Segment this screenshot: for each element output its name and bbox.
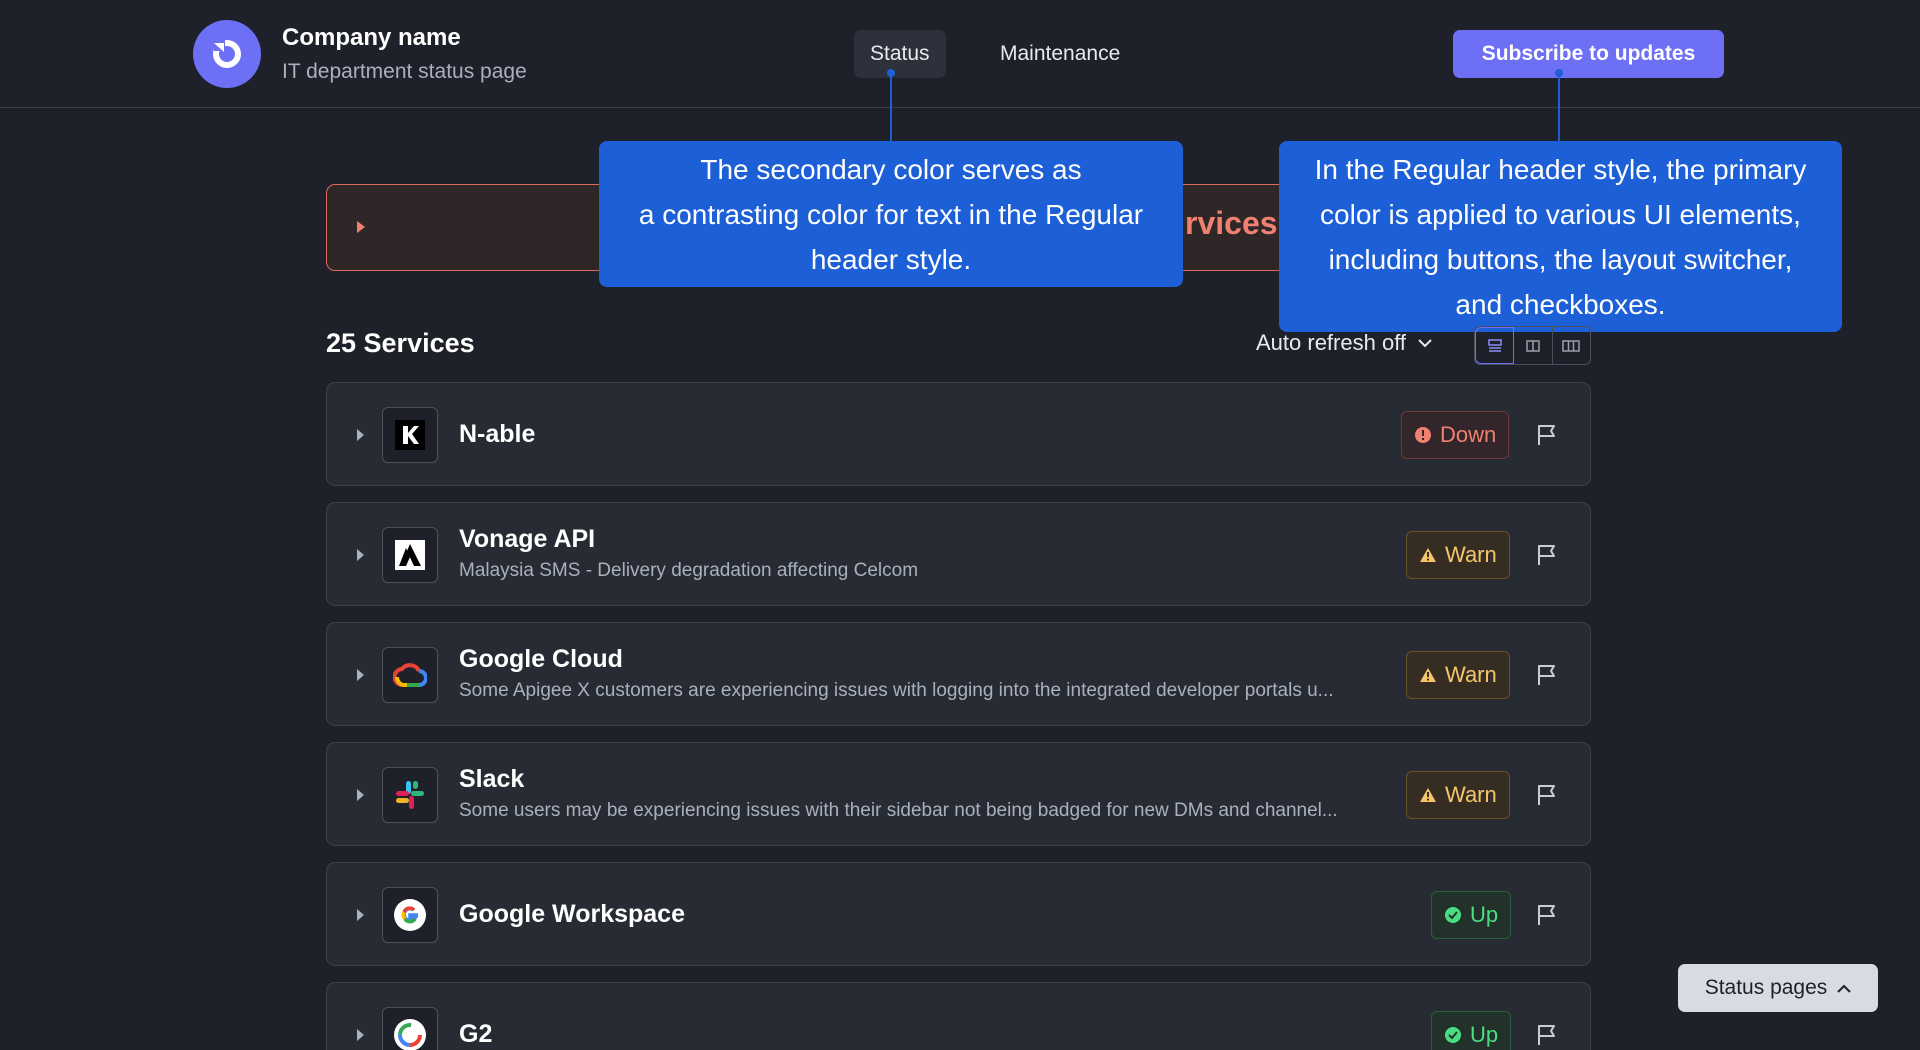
secondary-color-tooltip: The secondary color serves as a contrast… (599, 141, 1183, 287)
caret-right-icon (357, 669, 364, 681)
auto-refresh-label: Auto refresh off (1256, 330, 1407, 355)
chevron-down-icon (1418, 338, 1432, 347)
tooltip-line: color is applied to various UI elements, (1320, 198, 1801, 230)
auto-refresh-dropdown[interactable]: Auto refresh off (1256, 330, 1432, 356)
company-subtitle: IT department status page (282, 60, 527, 83)
layout-two-column-button[interactable] (1514, 327, 1553, 364)
tab-status[interactable]: Status (854, 30, 946, 78)
caret-right-icon (357, 909, 364, 921)
flag-icon[interactable] (1536, 1024, 1558, 1046)
warning-triangle-icon (1420, 548, 1436, 562)
status-label: Warn (1445, 542, 1497, 567)
caret-right-icon (357, 221, 365, 233)
status-badge: Up (1431, 1011, 1512, 1050)
service-row[interactable]: N-able Down (326, 382, 1591, 486)
google-cloud-logo-icon (382, 647, 438, 703)
flag-icon[interactable] (1536, 424, 1558, 446)
flag-icon[interactable] (1536, 664, 1558, 686)
tooltip-connector (1558, 73, 1560, 141)
google-logo-icon (382, 887, 438, 943)
service-row[interactable]: Vonage API Malaysia SMS - Delivery degra… (326, 502, 1591, 606)
company-name: Company name (282, 24, 461, 51)
layout-three-column-button[interactable] (1553, 327, 1590, 364)
services-count-title: 25 Services (326, 328, 475, 358)
service-row[interactable]: Google Workspace Up (326, 862, 1591, 966)
list-layout-icon (1487, 338, 1502, 352)
service-name: Google Cloud (459, 645, 623, 673)
status-badge: Warn (1406, 651, 1510, 699)
status-label: Warn (1445, 662, 1497, 687)
flag-icon[interactable] (1536, 544, 1558, 566)
status-label: Down (1440, 422, 1497, 447)
service-description: Some Apigee X customers are experiencing… (459, 680, 1334, 701)
two-column-layout-icon (1526, 339, 1540, 352)
n-able-logo-icon (382, 407, 438, 463)
service-name: G2 (459, 1020, 493, 1048)
g2-logo-icon (382, 1007, 438, 1050)
service-name: Google Workspace (459, 900, 685, 928)
tooltip-connector (890, 73, 892, 141)
slack-logo-icon (382, 767, 438, 823)
caret-right-icon (357, 429, 364, 441)
status-label: Up (1470, 1022, 1499, 1047)
status-badge: Down (1401, 411, 1510, 459)
warning-triangle-icon (1420, 788, 1436, 802)
check-circle-icon (1445, 907, 1461, 923)
primary-color-tooltip: In the Regular header style, the primary… (1279, 141, 1842, 332)
tooltip-line: a contrasting color for text in the Regu… (638, 198, 1144, 230)
tooltip-line: In the Regular header style, the primary (1314, 153, 1807, 185)
warning-triangle-icon (1420, 668, 1436, 682)
service-row[interactable]: G2 Up (326, 982, 1591, 1050)
caret-right-icon (357, 1029, 364, 1041)
service-name: N-able (459, 420, 536, 448)
subscribe-button[interactable]: Subscribe to updates (1453, 30, 1724, 78)
company-logo[interactable] (193, 20, 261, 88)
tooltip-line: including buttons, the layout switcher, (1328, 243, 1793, 275)
status-label: Up (1470, 902, 1499, 927)
status-badge: Up (1431, 891, 1512, 939)
layout-switcher (1474, 326, 1591, 365)
tooltip-line: and checkboxes. (1455, 288, 1666, 320)
status-pages-button[interactable]: Status pages (1678, 964, 1878, 1012)
caret-right-icon (357, 789, 364, 801)
check-circle-icon (1445, 1027, 1461, 1043)
tab-maintenance[interactable]: Maintenance (984, 30, 1136, 78)
tooltip-line: The secondary color serves as (700, 153, 1082, 185)
page-header: Company name IT department status page S… (0, 0, 1920, 108)
service-description: Malaysia SMS - Delivery degradation affe… (459, 560, 919, 581)
layout-list-button[interactable] (1475, 327, 1515, 364)
flag-icon[interactable] (1536, 784, 1558, 806)
service-row[interactable]: Slack Some users may be experiencing iss… (326, 742, 1591, 846)
status-pages-label: Status pages (1704, 976, 1828, 999)
flag-icon[interactable] (1536, 904, 1558, 926)
service-description: Some users may be experiencing issues wi… (459, 800, 1338, 821)
service-row[interactable]: Google Cloud Some Apigee X customers are… (326, 622, 1591, 726)
vonage-logo-icon (382, 527, 438, 583)
three-column-layout-icon (1562, 339, 1581, 352)
service-name: Slack (459, 765, 525, 793)
status-badge: Warn (1406, 531, 1510, 579)
refresh-logo-icon (213, 40, 241, 68)
chevron-up-icon (1837, 984, 1852, 993)
alert-circle-icon (1415, 427, 1431, 443)
service-name: Vonage API (459, 525, 596, 553)
caret-right-icon (357, 549, 364, 561)
status-label: Warn (1445, 782, 1497, 807)
banner-text: rvices (1185, 205, 1278, 241)
tooltip-line: header style. (810, 243, 972, 275)
status-badge: Warn (1406, 771, 1510, 819)
